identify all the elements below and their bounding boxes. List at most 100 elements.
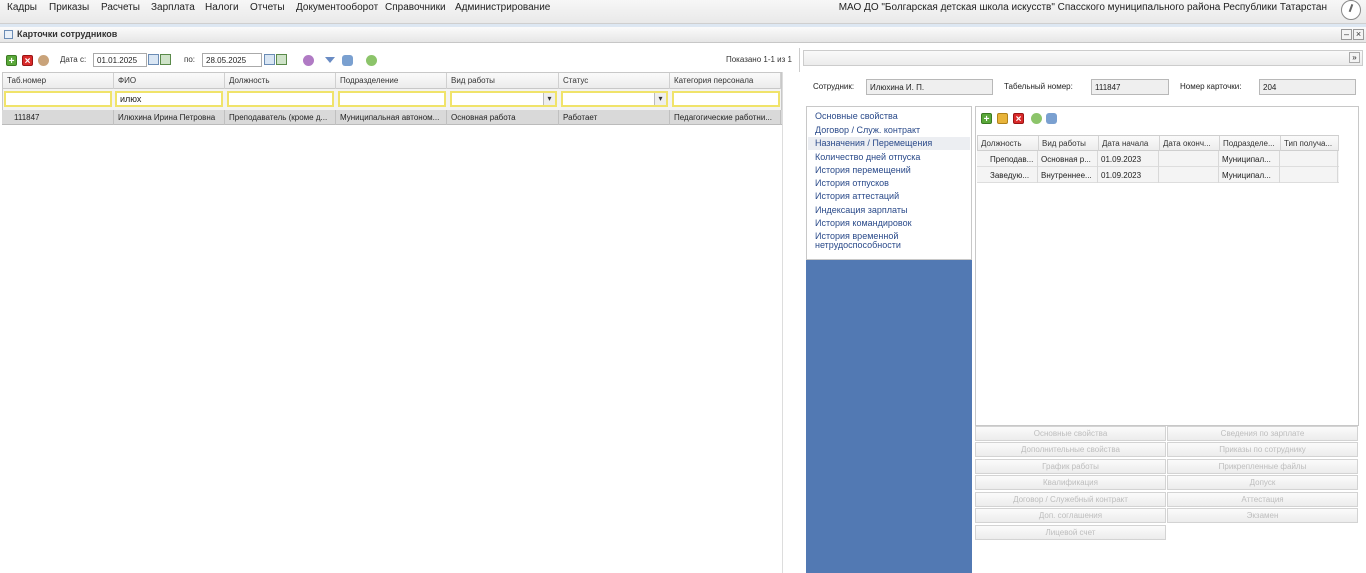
- tab-number-label: Табельный номер:: [1004, 82, 1073, 91]
- filter-category[interactable]: [672, 91, 780, 107]
- btn-qualification[interactable]: Квалификация: [975, 475, 1166, 490]
- btn-attached-files[interactable]: Прикрепленные файлы: [1167, 459, 1358, 474]
- filter-fio[interactable]: [115, 91, 223, 107]
- date-from-input[interactable]: [93, 53, 147, 67]
- btn-salary-info[interactable]: Сведения по зарплате: [1167, 426, 1358, 441]
- cell-category: Педагогические работни...: [670, 110, 781, 125]
- col-receipt-type[interactable]: Тип получа...: [1281, 136, 1339, 151]
- nav-item-attestations-history[interactable]: История аттестаций: [815, 192, 899, 201]
- refresh-icon[interactable]: [1031, 113, 1042, 124]
- list-toolbar: + × Дата с: по: Показано 1-1 из 1: [0, 50, 800, 70]
- add-icon[interactable]: +: [6, 55, 17, 67]
- refresh-icon[interactable]: [366, 55, 377, 66]
- col-end-date[interactable]: Дата оконч...: [1160, 136, 1220, 151]
- filter-status[interactable]: ▾: [561, 91, 668, 107]
- btn-main-properties[interactable]: Основные свойства: [975, 426, 1166, 441]
- btn-personal-account[interactable]: Лицевой счет: [975, 525, 1166, 540]
- print-icon[interactable]: [342, 55, 353, 66]
- col-category[interactable]: Категория персонала: [670, 73, 781, 89]
- menu-zarplata[interactable]: Зарплата: [151, 2, 195, 13]
- calendar-icon[interactable]: [264, 54, 275, 65]
- btn-admission[interactable]: Допуск: [1167, 475, 1358, 490]
- window-title-bar: Карточки сотрудников – ×: [0, 27, 1366, 43]
- menu-administrirovanie[interactable]: Администрирование: [455, 2, 550, 13]
- nav-item-salary-indexation[interactable]: Индексация зарплаты: [815, 206, 907, 215]
- btn-work-schedule[interactable]: График работы: [975, 459, 1166, 474]
- menu-dokumentooborot[interactable]: Документооборот: [296, 2, 378, 13]
- btn-exam[interactable]: Экзамен: [1167, 508, 1358, 523]
- clock-icon[interactable]: [1341, 0, 1361, 20]
- btn-contract[interactable]: Договор / Служебный контракт: [975, 492, 1166, 507]
- card-number-field: 204: [1259, 79, 1356, 95]
- chevron-down-icon[interactable]: ▾: [654, 93, 666, 105]
- nav-item-assignments[interactable]: Назначения / Перемещения: [808, 137, 970, 150]
- assignments-panel: + × Должность Вид работы Дата начала Дат…: [975, 106, 1359, 426]
- col-work-type[interactable]: Вид работы: [1039, 136, 1099, 151]
- delete-icon[interactable]: ×: [1013, 113, 1024, 125]
- btn-additional-properties[interactable]: Дополнительные свойства: [975, 442, 1166, 457]
- filter-work-type[interactable]: ▾: [450, 91, 557, 107]
- assignments-scrollbar[interactable]: [1340, 151, 1358, 425]
- calendar-icon[interactable]: [148, 54, 159, 65]
- col-work-type[interactable]: Вид работы: [447, 73, 559, 89]
- nav-item-business-trips[interactable]: История командировок: [815, 219, 912, 228]
- cell-start-date: 01.09.2023: [1098, 151, 1159, 167]
- nav-background: [806, 260, 972, 573]
- nav-item-sick-leave-2[interactable]: нетрудоспособности: [815, 241, 901, 250]
- filter-row: ▾ ▾: [2, 89, 782, 110]
- user-icon[interactable]: [38, 55, 49, 66]
- nav-item-main-properties[interactable]: Основные свойства: [815, 112, 898, 121]
- col-tab-number[interactable]: Таб.номер: [3, 73, 114, 89]
- btn-supplementary-agreements[interactable]: Доп. соглашения: [975, 508, 1166, 523]
- org-title: МАО ДО "Болгарская детская школа искусст…: [838, 2, 1327, 13]
- close-window-button[interactable]: ×: [1353, 29, 1364, 40]
- settings-dropdown-icon[interactable]: [303, 55, 314, 66]
- employee-label: Сотрудник:: [813, 82, 855, 91]
- cell-department: Муниципал...: [1219, 151, 1280, 167]
- filter-department[interactable]: [338, 91, 446, 107]
- delete-icon[interactable]: ×: [22, 55, 33, 67]
- cell-department: Муниципальная автоном...: [336, 110, 447, 125]
- list-scrollbar[interactable]: [782, 72, 800, 573]
- window-title: Карточки сотрудников: [17, 29, 118, 39]
- menu-kadry[interactable]: Кадры: [7, 2, 37, 13]
- menu-nalogi[interactable]: Налоги: [205, 2, 239, 13]
- col-department[interactable]: Подразделение: [336, 73, 447, 89]
- nav-item-vacation-days[interactable]: Количество дней отпуска: [815, 153, 920, 162]
- col-position[interactable]: Должность: [978, 136, 1039, 151]
- col-status[interactable]: Статус: [559, 73, 670, 89]
- date-to-label: по:: [184, 55, 196, 64]
- col-fio[interactable]: ФИО: [114, 73, 225, 89]
- date-from-label: Дата с:: [60, 55, 87, 64]
- menu-bar: Кадры Приказы Расчеты Зарплата Налоги От…: [0, 0, 1366, 24]
- date-to-input[interactable]: [202, 53, 262, 67]
- table-row[interactable]: Преподав... Основная р... 01.09.2023 Мун…: [977, 151, 1339, 167]
- nav-item-contract[interactable]: Договор / Служ. контракт: [815, 126, 920, 135]
- add-icon[interactable]: +: [981, 113, 992, 125]
- menu-otchety[interactable]: Отчеты: [250, 2, 285, 13]
- print-icon[interactable]: [1046, 113, 1057, 124]
- cell-position: Преподаватель (кроме д...: [225, 110, 336, 125]
- col-position[interactable]: Должность: [225, 73, 336, 89]
- table-row[interactable]: 111847 Илюхина Ирина Петровна Преподават…: [2, 110, 782, 125]
- chevron-down-icon[interactable]: ▾: [543, 93, 555, 105]
- table-row[interactable]: Заведую... Внутреннее... 01.09.2023 Муни…: [977, 167, 1339, 183]
- edit-icon[interactable]: [997, 113, 1008, 124]
- collapse-icon[interactable]: »: [1349, 52, 1360, 63]
- col-start-date[interactable]: Дата начала: [1099, 136, 1160, 151]
- filter-tab-number[interactable]: [4, 91, 112, 107]
- menu-spravochniki[interactable]: Справочники: [385, 2, 446, 13]
- calendar-clear-icon[interactable]: [276, 54, 287, 65]
- filter-clear-icon[interactable]: [325, 57, 335, 63]
- calendar-clear-icon[interactable]: [160, 54, 171, 65]
- filter-position[interactable]: [227, 91, 334, 107]
- cell-end-date: [1159, 167, 1219, 183]
- menu-prikazy[interactable]: Приказы: [49, 2, 89, 13]
- nav-item-vacations-history[interactable]: История отпусков: [815, 179, 889, 188]
- col-department[interactable]: Подразделе...: [1220, 136, 1281, 151]
- btn-employee-orders[interactable]: Приказы по сотруднику: [1167, 442, 1358, 457]
- menu-raschety[interactable]: Расчеты: [101, 2, 140, 13]
- btn-attestation[interactable]: Аттестация: [1167, 492, 1358, 507]
- nav-item-transfers-history[interactable]: История перемещений: [815, 166, 911, 175]
- minimize-button[interactable]: –: [1341, 29, 1352, 40]
